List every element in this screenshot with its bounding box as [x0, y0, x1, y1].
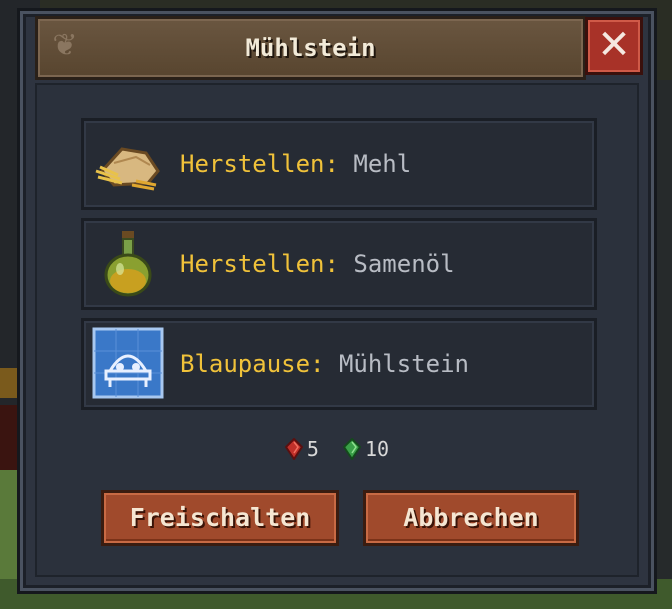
option-craft-seed-oil[interactable]: Herstellen: Samenöl — [81, 218, 597, 310]
options-panel: Herstellen: Mehl Herstellen: Samenöl Bla… — [35, 83, 639, 577]
red-gem-icon — [284, 438, 303, 460]
millstone-dialog: ❦ Mühlstein ✕ Herstellen: Mehl Herstelle… — [17, 8, 657, 594]
title-bar: ❦ Mühlstein — [35, 16, 586, 80]
flour-sack-icon — [95, 147, 160, 191]
option-craft-flour[interactable]: Herstellen: Mehl — [81, 118, 597, 210]
cost-green: 10 — [343, 437, 389, 461]
oil-flask-icon — [104, 231, 152, 297]
cost-red-amount: 5 — [306, 437, 319, 461]
option-label: Herstellen: Mehl — [180, 121, 411, 207]
option-verb: Herstellen: — [180, 150, 339, 178]
option-verb: Blaupause: — [180, 350, 325, 378]
option-verb: Herstellen: — [180, 250, 339, 278]
green-gem-icon — [343, 438, 361, 460]
option-target: Mühlstein — [338, 350, 469, 378]
unlock-button[interactable]: Freischalten — [101, 490, 339, 546]
blueprint-icon — [92, 327, 164, 399]
cost-red: 5 — [284, 437, 319, 461]
option-target: Samenöl — [353, 250, 455, 278]
dialog-title: Mühlstein — [245, 34, 376, 62]
cost-row: 5 10 — [37, 437, 637, 467]
close-icon: ✕ — [597, 22, 631, 68]
option-blueprint-millstone[interactable]: Blaupause: Mühlstein — [81, 318, 597, 410]
close-button[interactable]: ✕ — [585, 17, 643, 75]
cost-green-amount: 10 — [365, 437, 390, 461]
option-target: Mehl — [353, 150, 412, 178]
cancel-button[interactable]: Abbrechen — [363, 490, 579, 546]
option-label: Herstellen: Samenöl — [180, 221, 455, 307]
option-label: Blaupause: Mühlstein — [180, 321, 469, 407]
